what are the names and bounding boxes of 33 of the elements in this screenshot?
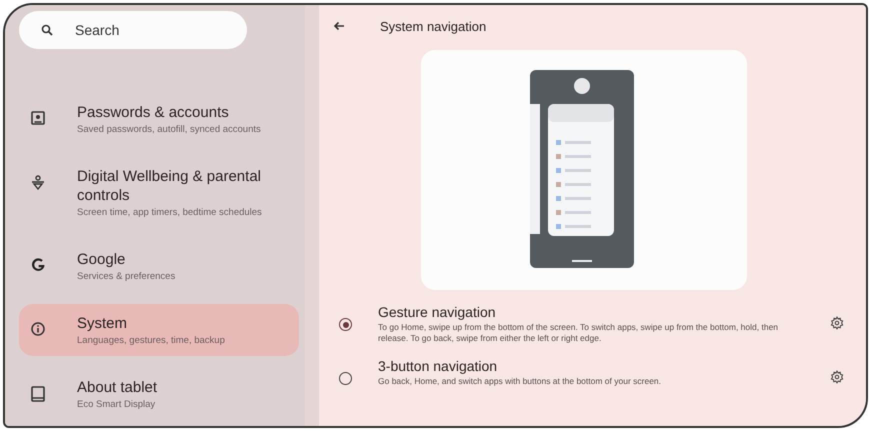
sidebar-item[interactable]: Passwords & accounts Saved passwords, autofill, synced accounts	[19, 93, 299, 145]
navigation-option[interactable]: Gesture navigation To go Home, swipe up from the bottom of the screen. To switch apps, swipe up from the bottom, hold, then release. To go back, swipe from either the left or right edge.	[319, 290, 866, 344]
item-subtitle: Screen time, app timers, bedtime schedules	[77, 207, 263, 218]
item-subtitle: Eco Smart Display	[77, 399, 156, 410]
radio-button[interactable]	[339, 372, 352, 385]
item-title: System	[77, 314, 128, 333]
settings-icon[interactable]	[830, 316, 844, 330]
option-title: Gesture navigation	[378, 304, 497, 321]
item-subtitle: Services & preferences	[77, 271, 176, 282]
option-title: 3-button navigation	[378, 358, 498, 375]
item-subtitle: Languages, gestures, time, backup	[77, 335, 226, 346]
sidebar-item[interactable]: Digital Wellbeing & parental controls Screen time, app timers, bedtime schedules	[19, 157, 299, 228]
settings-icon[interactable]	[830, 370, 844, 384]
navigation-option[interactable]: 3-button navigation Go back, Home, and switch apps with buttons at the bottom of your screen.	[319, 344, 866, 387]
search-field[interactable]: Search	[19, 11, 247, 49]
option-description: To go Home, swipe up from the bottom of the screen. To switch apps, swipe up from the bottom, hold, then release. To go back, swipe from either the left or right edge.	[378, 322, 780, 344]
sidebar-item[interactable]: About tablet Eco Smart Display	[19, 368, 299, 412]
page-title: System navigation	[380, 18, 486, 34]
account-card-icon	[31, 111, 45, 125]
tablet-icon	[31, 386, 45, 402]
info-icon	[31, 322, 45, 336]
item-title: Digital Wellbeing & parental controls	[77, 167, 262, 205]
item-title: Google	[77, 250, 126, 269]
g-logo-icon	[31, 258, 46, 273]
back-arrow-icon[interactable]	[333, 21, 345, 31]
wellbeing-icon	[31, 175, 45, 191]
option-description: Go back, Home, and switch apps with buttons at the bottom of your screen.	[378, 376, 662, 387]
sidebar-item[interactable]: Google Services & preferences	[19, 240, 299, 292]
item-title: Passwords & accounts	[77, 103, 230, 122]
sidebar-item[interactable]: System Languages, gestures, time, backup	[19, 304, 299, 356]
radio-button[interactable]	[339, 318, 352, 331]
item-title: About tablet	[77, 378, 158, 397]
item-subtitle: Saved passwords, autofill, synced accounts	[77, 124, 262, 135]
